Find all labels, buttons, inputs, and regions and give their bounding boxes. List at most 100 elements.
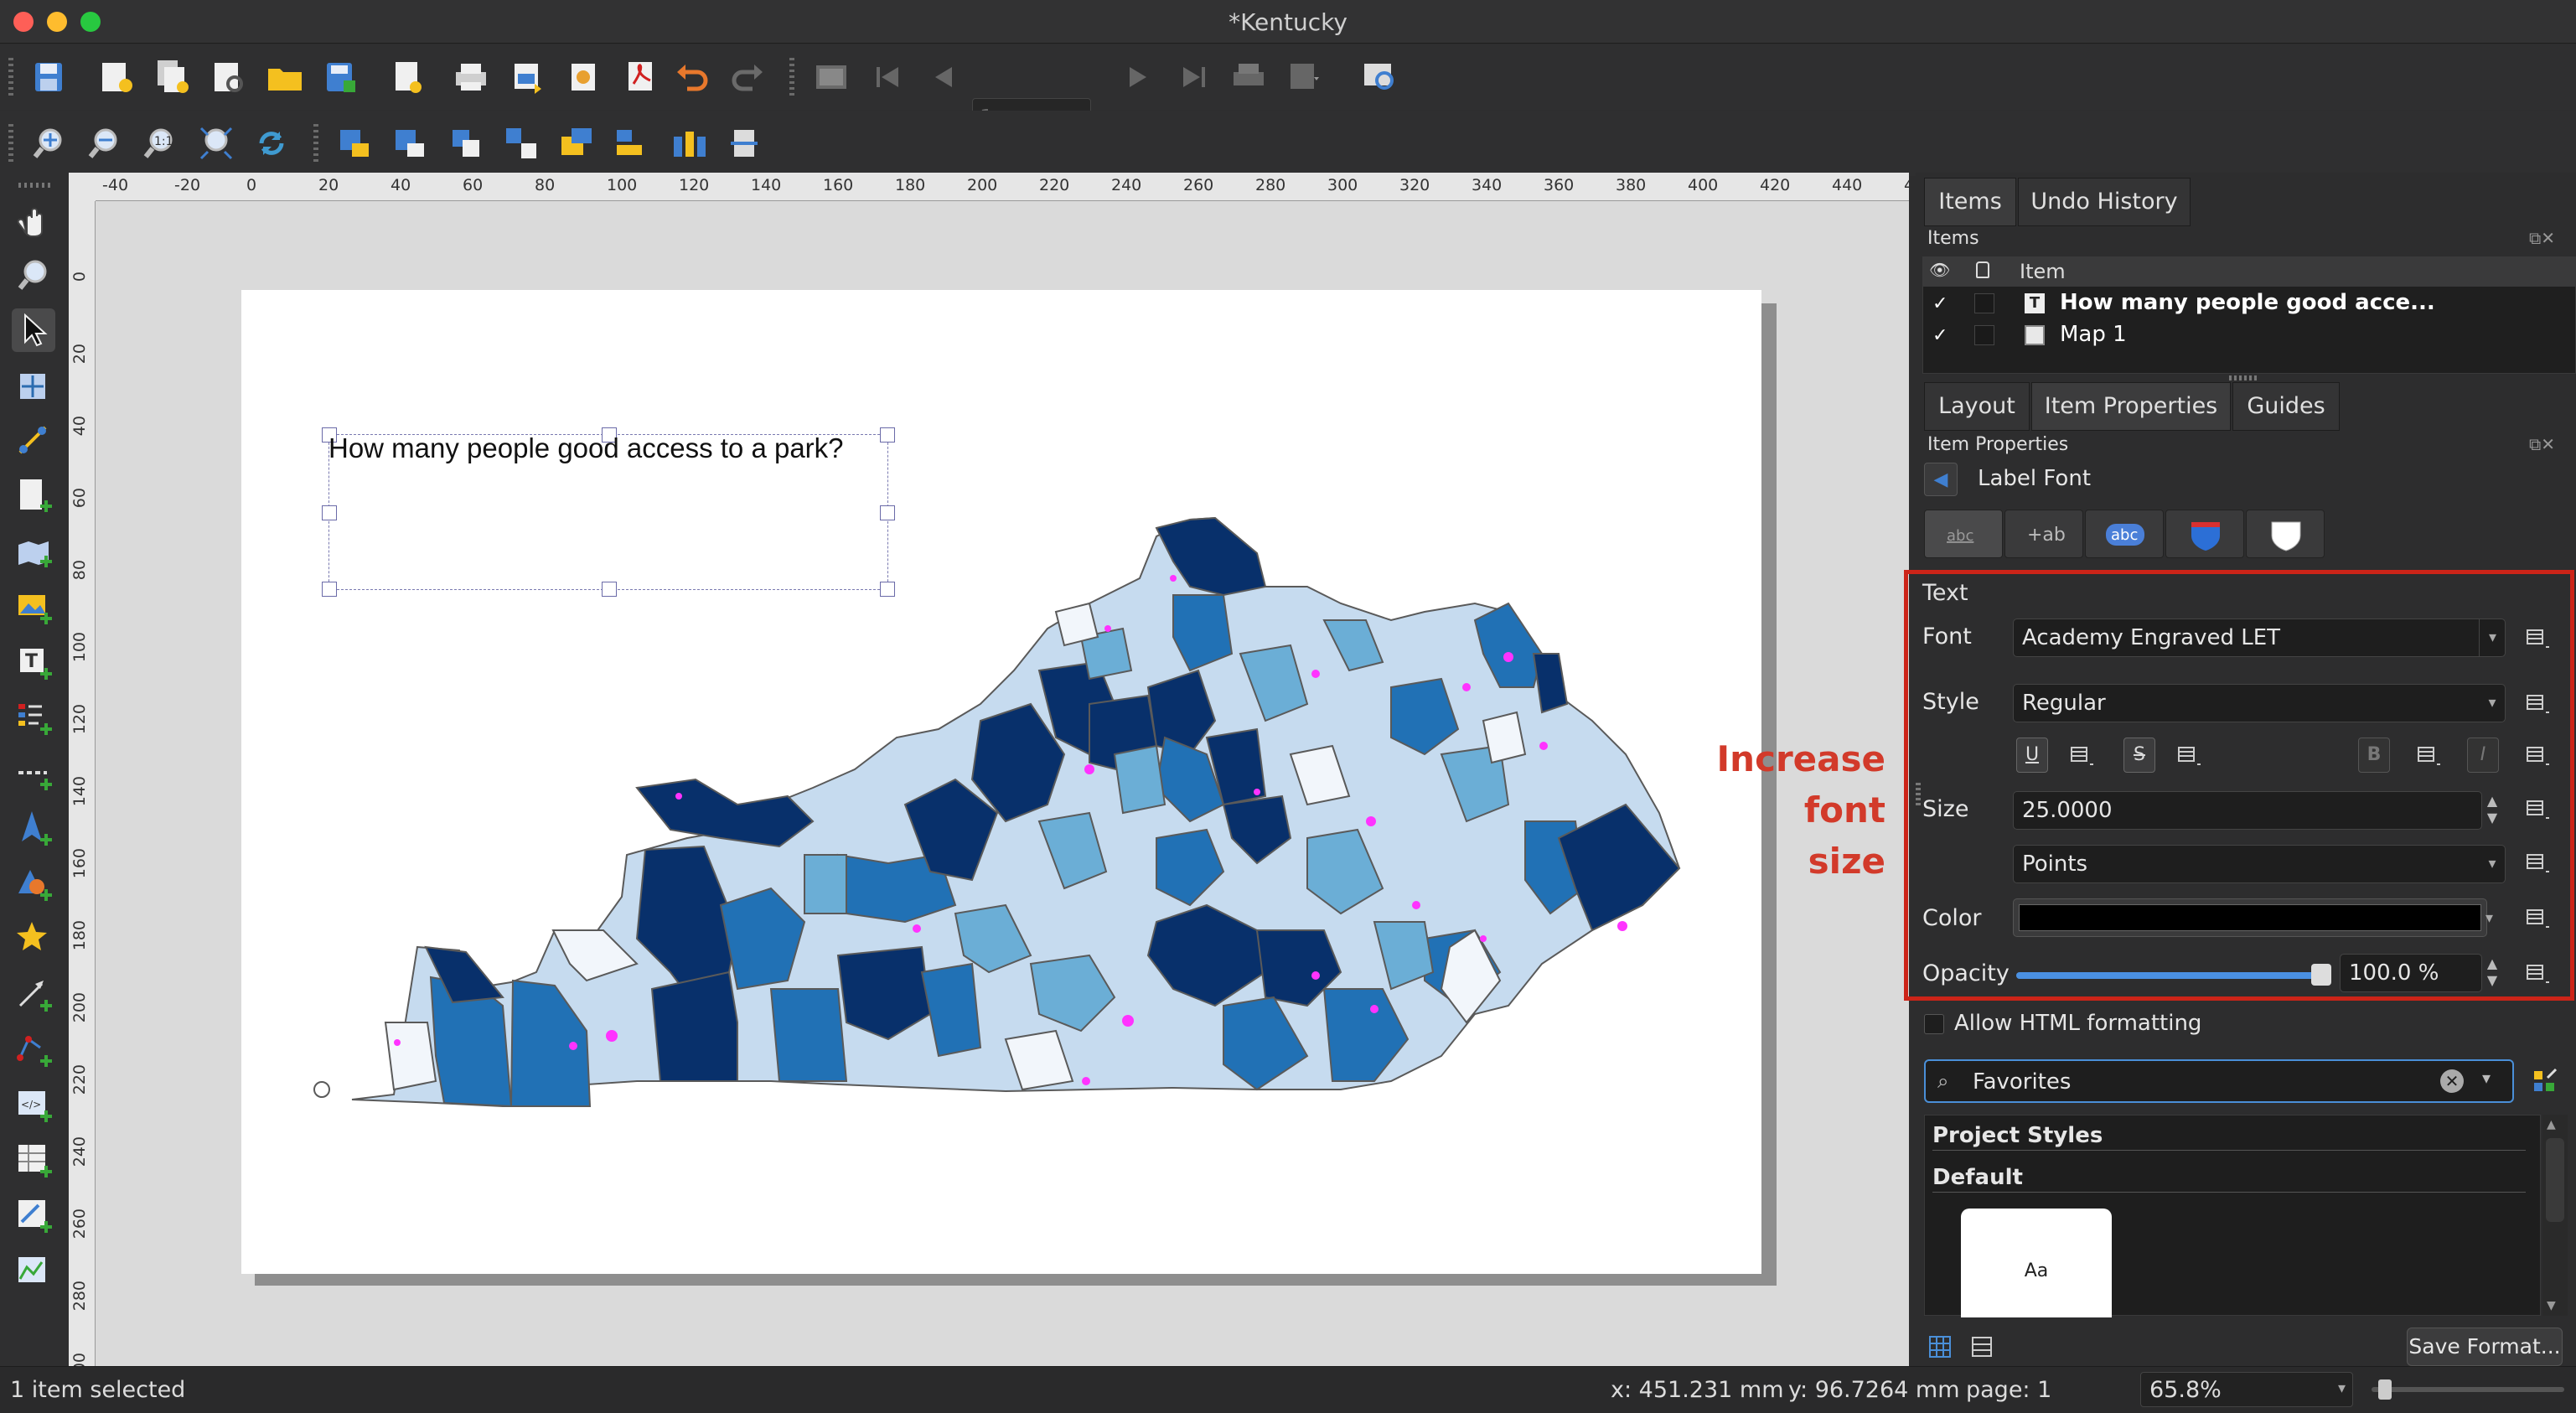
data-defined-override-icon[interactable] xyxy=(2522,957,2553,991)
size-unit-combo[interactable]: Points xyxy=(2013,845,2506,883)
edit-nodes-icon[interactable] xyxy=(12,419,55,463)
tab-item-properties[interactable]: Item Properties xyxy=(2031,382,2231,431)
add-map-icon[interactable] xyxy=(12,530,55,573)
zoom-100-icon[interactable]: 1:1 xyxy=(139,122,183,165)
data-defined-override-icon[interactable] xyxy=(2522,846,2553,880)
chevron-down-icon[interactable]: ▾ xyxy=(2482,1068,2491,1088)
export-atlas-icon[interactable] xyxy=(1282,55,1326,99)
new-page-icon[interactable] xyxy=(385,55,429,99)
add-picture-icon[interactable] xyxy=(12,585,55,629)
style-combo[interactable]: Regular xyxy=(2013,684,2506,722)
horizontal-ruler[interactable]: -40 -20 0 20 40 60 80 100 120 140 160 180 200 220 240 2… xyxy=(96,173,1909,201)
zoom-tool-icon[interactable] xyxy=(12,253,55,297)
atlas-preview-icon[interactable] xyxy=(810,55,853,99)
last-feature-icon[interactable] xyxy=(1172,55,1215,99)
tab-undo-history[interactable]: Undo History xyxy=(2018,178,2191,226)
bold-button[interactable]: B xyxy=(2358,738,2390,773)
item-row[interactable]: ✓ T How many people good acce... xyxy=(1922,288,2576,320)
style-swatch[interactable]: Aa xyxy=(1961,1209,2112,1317)
print-icon[interactable] xyxy=(449,55,493,99)
resize-items-icon[interactable] xyxy=(722,122,766,165)
add-attribute-table-icon[interactable] xyxy=(12,1138,55,1182)
chevron-down-icon[interactable]: ▾ xyxy=(2338,1379,2346,1397)
add-scalebar-icon[interactable] xyxy=(12,751,55,794)
export-svg-icon[interactable] xyxy=(563,55,607,99)
open-folder-icon[interactable] xyxy=(263,55,307,99)
item-lock-checkbox[interactable] xyxy=(1974,325,1994,345)
size-spinner[interactable]: ▲ ▼ xyxy=(2480,793,2504,830)
new-layout-icon[interactable] xyxy=(94,55,137,99)
resize-handle[interactable] xyxy=(880,427,895,443)
text-format-tab[interactable]: abc xyxy=(1924,510,2003,558)
resize-handle[interactable] xyxy=(880,582,895,597)
save-as-template-icon[interactable] xyxy=(318,55,362,99)
group-items-icon[interactable] xyxy=(444,122,488,165)
add-arrow-icon[interactable] xyxy=(12,972,55,1016)
opacity-spinner[interactable]: ▲ ▼ xyxy=(2480,955,2504,992)
select-move-icon[interactable] xyxy=(12,308,55,352)
pan-icon[interactable] xyxy=(12,199,55,243)
data-defined-override-icon[interactable] xyxy=(2522,793,2553,826)
allow-html-checkbox[interactable] xyxy=(1924,1014,1944,1034)
atlas-settings-icon[interactable] xyxy=(1358,55,1401,99)
resize-handle[interactable] xyxy=(322,505,337,520)
toolbar-grip[interactable] xyxy=(18,183,54,188)
strikeout-button[interactable]: S xyxy=(2123,738,2155,773)
add-page-icon[interactable] xyxy=(12,474,55,518)
data-defined-override-icon[interactable] xyxy=(2174,739,2204,773)
add-fixed-table-icon[interactable] xyxy=(12,1193,55,1237)
chevron-down-icon[interactable]: ▾ xyxy=(2485,900,2504,937)
data-defined-override-icon[interactable] xyxy=(2522,687,2553,721)
opacity-input[interactable]: 100.0 % xyxy=(2340,954,2482,992)
unlock-items-icon[interactable] xyxy=(389,122,432,165)
data-defined-override-icon[interactable] xyxy=(2522,739,2553,773)
dock-float-close-icons[interactable]: ⧉✕ xyxy=(2529,434,2566,454)
data-defined-override-icon[interactable] xyxy=(2066,739,2097,773)
print-atlas-icon[interactable] xyxy=(1227,55,1270,99)
chevron-down-icon[interactable]: ▾ xyxy=(2479,846,2506,882)
zoom-slider-handle[interactable] xyxy=(2378,1379,2392,1400)
background-tab[interactable] xyxy=(2165,510,2244,558)
zoom-slider[interactable] xyxy=(2372,1387,2564,1392)
toolbar-grip[interactable] xyxy=(789,58,794,96)
italic-button[interactable]: I xyxy=(2467,738,2499,773)
move-content-icon[interactable] xyxy=(12,364,55,407)
align-items-icon[interactable] xyxy=(610,122,654,165)
add-elevation-profile-icon[interactable] xyxy=(12,1249,55,1292)
data-defined-override-icon[interactable] xyxy=(2522,902,2553,935)
add-shape-icon[interactable] xyxy=(12,862,55,905)
chevron-down-icon[interactable]: ▾ xyxy=(2479,619,2506,656)
add-north-arrow-icon[interactable] xyxy=(12,806,55,850)
icon-view-icon[interactable] xyxy=(1927,1334,1953,1359)
style-search-input[interactable]: ⌕ Favorites ✕ ▾ xyxy=(1924,1059,2514,1103)
save-format-button[interactable]: Save Format... xyxy=(2407,1328,2563,1366)
map-title-label[interactable]: How many people good access to a park? xyxy=(328,432,844,464)
raise-items-icon[interactable] xyxy=(555,122,598,165)
add-legend-icon[interactable] xyxy=(12,696,55,739)
zoom-in-icon[interactable] xyxy=(28,122,72,165)
export-image-icon[interactable] xyxy=(506,55,550,99)
dock-float-close-icons[interactable]: ⧉✕ xyxy=(2529,228,2566,248)
undo-icon[interactable] xyxy=(670,55,714,99)
chevron-down-icon[interactable]: ▾ xyxy=(2479,685,2506,722)
color-button[interactable] xyxy=(2013,898,2487,937)
distribute-items-icon[interactable] xyxy=(667,122,711,165)
zoom-full-icon[interactable] xyxy=(194,122,238,165)
item-lock-checkbox[interactable] xyxy=(1974,293,1994,313)
zoom-out-icon[interactable] xyxy=(84,122,127,165)
add-label-icon[interactable]: T xyxy=(12,640,55,684)
lock-items-icon[interactable] xyxy=(334,122,377,165)
back-arrow-button[interactable]: ◀ xyxy=(1924,463,1958,496)
tab-guides[interactable]: Guides xyxy=(2232,382,2340,431)
next-feature-icon[interactable] xyxy=(1116,55,1160,99)
splitter-handle[interactable] xyxy=(1916,783,1921,808)
add-html-icon[interactable]: </> xyxy=(12,1083,55,1126)
data-defined-override-icon[interactable] xyxy=(2522,622,2553,655)
resize-handle[interactable] xyxy=(602,582,617,597)
add-marker-icon[interactable] xyxy=(12,917,55,960)
list-view-icon[interactable] xyxy=(1969,1334,1994,1359)
resize-handle[interactable] xyxy=(322,582,337,597)
clear-search-icon[interactable]: ✕ xyxy=(2440,1069,2464,1093)
tab-layout[interactable]: Layout xyxy=(1924,382,2030,431)
font-size-input[interactable]: 25.0000 xyxy=(2013,791,2482,830)
